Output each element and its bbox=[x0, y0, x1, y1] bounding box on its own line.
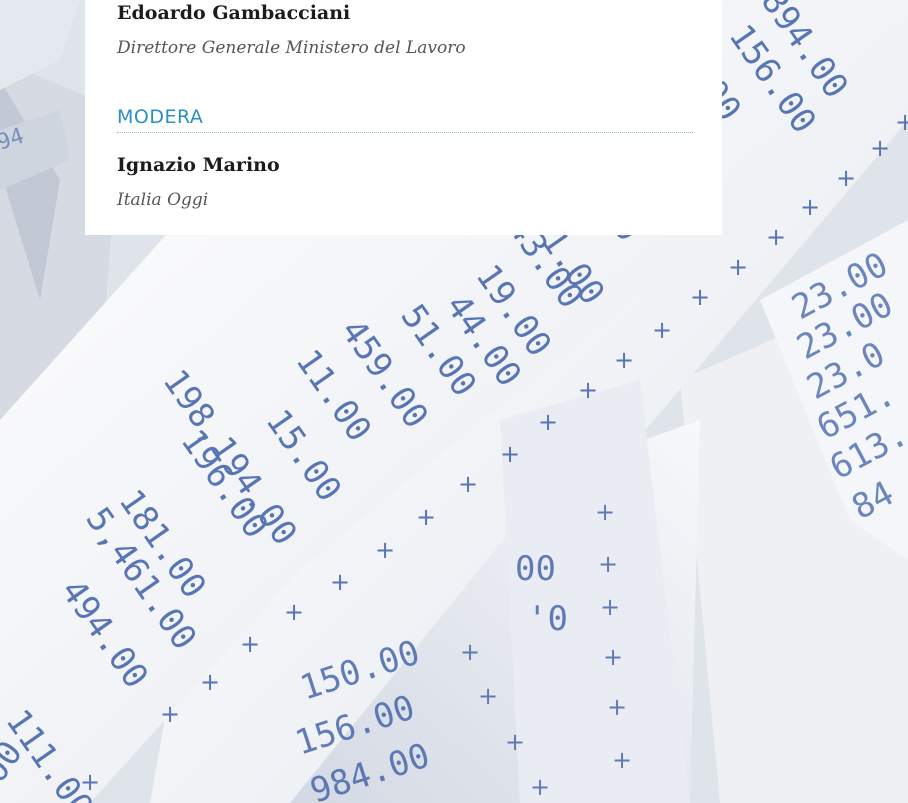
svg-text:+: + bbox=[80, 768, 100, 796]
moderator-role: Italia Oggi bbox=[117, 190, 209, 210]
svg-text:+: + bbox=[530, 773, 550, 801]
svg-text:+: + bbox=[160, 700, 180, 728]
svg-text:+: + bbox=[478, 682, 498, 710]
svg-text:+: + bbox=[330, 568, 350, 596]
svg-text:+: + bbox=[284, 598, 304, 626]
svg-text:+: + bbox=[607, 693, 627, 721]
svg-text:+: + bbox=[578, 376, 598, 404]
svg-text:+: + bbox=[612, 746, 632, 774]
speaker-role: Direttore Generale Ministero del Lavoro bbox=[117, 38, 466, 58]
svg-text:+: + bbox=[505, 728, 525, 756]
svg-text:+: + bbox=[690, 283, 710, 311]
svg-text:+: + bbox=[614, 346, 634, 374]
svg-text:+: + bbox=[603, 643, 623, 671]
svg-text:+: + bbox=[870, 134, 890, 162]
svg-text:+: + bbox=[240, 630, 260, 658]
svg-text:+: + bbox=[200, 668, 220, 696]
moderator-name: Ignazio Marino bbox=[117, 154, 280, 176]
svg-text:00: 00 bbox=[515, 549, 556, 589]
svg-text:+: + bbox=[598, 550, 618, 578]
svg-text:+: + bbox=[458, 470, 478, 498]
speaker-name: Edoardo Gambacciani bbox=[117, 2, 351, 24]
svg-text:+: + bbox=[500, 440, 520, 468]
svg-text:+: + bbox=[600, 593, 620, 621]
section-label-modera: MODERA bbox=[117, 104, 693, 133]
svg-text:+: + bbox=[538, 408, 558, 436]
svg-text:+: + bbox=[766, 223, 786, 251]
svg-text:'0: '0 bbox=[527, 599, 568, 639]
svg-text:+: + bbox=[652, 316, 672, 344]
svg-text:+: + bbox=[800, 193, 820, 221]
svg-text:+: + bbox=[460, 638, 480, 666]
page-background: 00 111.00 494.00 5,461.00 181.00 196.00 … bbox=[0, 0, 908, 803]
svg-text:+: + bbox=[728, 253, 748, 281]
svg-text:+: + bbox=[416, 503, 436, 531]
speakers-card: Edoardo Gambacciani Direttore Generale M… bbox=[85, 0, 722, 235]
svg-text:+: + bbox=[595, 498, 615, 526]
svg-text:+: + bbox=[836, 164, 856, 192]
svg-text:+: + bbox=[375, 536, 395, 564]
svg-text:+: + bbox=[895, 108, 908, 136]
